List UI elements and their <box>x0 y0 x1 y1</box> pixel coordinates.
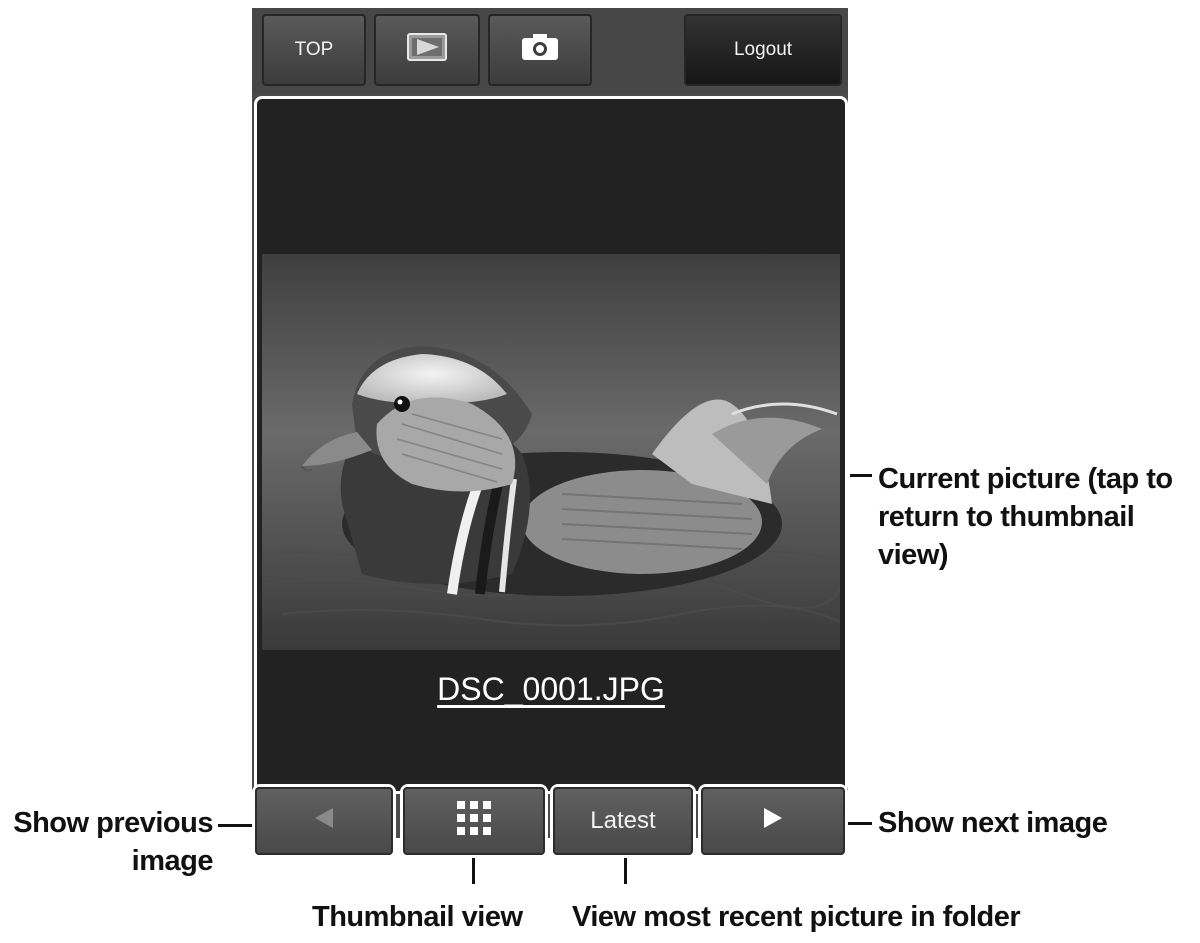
latest-leader-line <box>624 858 627 884</box>
previous-image-button[interactable] <box>252 784 396 858</box>
thumbnail-view-button[interactable] <box>400 784 548 858</box>
current-picture[interactable] <box>262 254 840 650</box>
latest-callout: View most recent picture in folder <box>572 901 1021 933</box>
thumbnail-leader-line <box>472 858 475 884</box>
filename-link[interactable]: DSC_0001.JPG <box>257 671 845 708</box>
latest-button-label: Latest <box>590 807 656 834</box>
current-picture-callout-line1: Current picture (tap to <box>878 463 1173 495</box>
phone-screen: TOP Logout DSC_0001.JPG <box>252 8 848 838</box>
grid-icon <box>457 800 491 842</box>
top-button-label: TOP <box>294 39 334 60</box>
playback-icon <box>407 33 447 67</box>
thumbnail-view-callout: Thumbnail view <box>312 901 523 933</box>
right-triangle-icon <box>762 806 784 837</box>
previous-leader-line <box>218 824 252 827</box>
current-picture-callout: Current picture (tap to return to thumbn… <box>878 460 1173 574</box>
next-image-callout: Show next image <box>878 807 1108 839</box>
playback-button[interactable] <box>374 14 480 86</box>
current-picture-callout-line3: view) <box>878 539 949 571</box>
current-picture-leader-line <box>850 474 872 477</box>
current-picture-viewer[interactable]: DSC_0001.JPG <box>254 96 848 794</box>
logout-button-label: Logout <box>733 39 793 60</box>
top-button[interactable]: TOP <box>262 14 366 86</box>
camera-button[interactable] <box>488 14 592 86</box>
previous-callout-line2: image <box>131 845 214 877</box>
next-image-button[interactable] <box>698 784 848 858</box>
left-triangle-icon <box>313 806 335 837</box>
next-leader-line <box>848 822 872 825</box>
previous-callout-line1: Show previous <box>13 807 213 839</box>
latest-button[interactable]: Latest <box>550 784 696 858</box>
logout-button[interactable]: Logout <box>684 14 842 86</box>
camera-icon <box>521 33 559 67</box>
previous-image-callout: Show previous image <box>8 804 213 880</box>
top-toolbar: TOP Logout <box>252 8 848 94</box>
current-picture-callout-line2: return to thumbnail <box>878 501 1135 533</box>
